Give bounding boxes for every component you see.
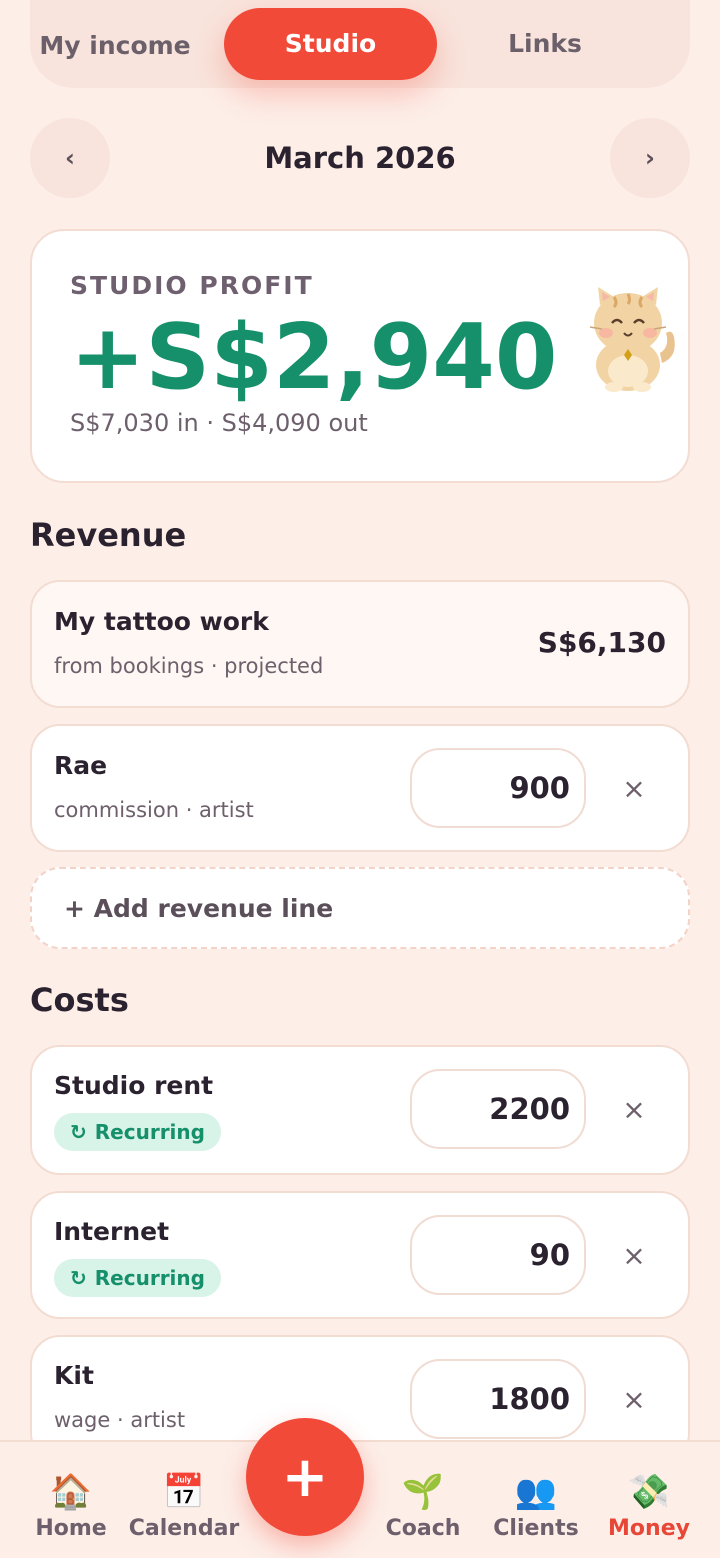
costs-heading: Costs bbox=[30, 981, 129, 1019]
amount-input[interactable] bbox=[410, 1215, 586, 1295]
tab-my-income[interactable]: My income bbox=[30, 4, 200, 88]
close-icon: × bbox=[622, 1092, 646, 1126]
line-name: Internet bbox=[54, 1217, 170, 1246]
close-icon: × bbox=[622, 771, 646, 805]
line-name: Kit bbox=[54, 1361, 94, 1390]
recurring-icon: ↻ bbox=[70, 1266, 87, 1290]
profit-label: STUDIO PROFIT bbox=[70, 271, 314, 300]
cost-line-studio-rent: Studio rent ↻ Recurring × bbox=[30, 1045, 690, 1175]
revenue-heading: Revenue bbox=[30, 516, 187, 554]
tab-links[interactable]: Links bbox=[460, 8, 630, 80]
chevron-right-icon: › bbox=[645, 144, 655, 172]
nav-item-clients[interactable]: 👥 Clients bbox=[476, 1470, 596, 1541]
close-icon: × bbox=[622, 1382, 646, 1416]
line-name: Rae bbox=[54, 751, 108, 780]
seedling-icon: 🌱 bbox=[401, 1472, 445, 1512]
chevron-left-icon: ‹ bbox=[65, 144, 75, 172]
amount-input[interactable] bbox=[410, 1359, 586, 1439]
line-subtitle: commission · artist bbox=[54, 798, 254, 822]
month-title: March 2026 bbox=[264, 141, 456, 175]
recurring-badge: ↻ Recurring bbox=[54, 1259, 221, 1297]
studio-profit-card: STUDIO PROFIT +S$2,940 S$7,030 in · S$4,… bbox=[30, 229, 690, 483]
recurring-label: Recurring bbox=[94, 1266, 205, 1290]
month-selector: ‹ March 2026 › bbox=[30, 118, 690, 198]
amount-input[interactable] bbox=[410, 1069, 586, 1149]
line-amount: S$6,130 bbox=[537, 626, 666, 659]
money-icon: 💸 bbox=[627, 1472, 671, 1512]
nav-item-home[interactable]: 🏠 Home bbox=[11, 1470, 131, 1541]
nav-item-coach[interactable]: 🌱 Coach bbox=[363, 1470, 483, 1541]
add-revenue-line-button[interactable]: + Add revenue line bbox=[30, 867, 690, 949]
cost-line-internet: Internet ↻ Recurring × bbox=[30, 1191, 690, 1319]
nav-label: Clients bbox=[493, 1516, 579, 1541]
tab-studio[interactable]: Studio bbox=[224, 8, 437, 80]
remove-line-button[interactable]: × bbox=[614, 1379, 654, 1419]
line-name: Studio rent bbox=[54, 1071, 214, 1100]
nav-item-money[interactable]: 💸 Money bbox=[589, 1470, 709, 1541]
remove-line-button[interactable]: × bbox=[614, 1235, 654, 1275]
nav-label: Home bbox=[35, 1516, 107, 1541]
recurring-badge: ↻ Recurring bbox=[54, 1113, 221, 1151]
house-icon: 🏠 bbox=[49, 1472, 93, 1512]
profit-value: +S$2,940 bbox=[70, 305, 558, 410]
calendar-icon: 📅 bbox=[162, 1472, 206, 1512]
nav-label: Coach bbox=[385, 1516, 461, 1541]
nav-label: Money bbox=[608, 1516, 690, 1541]
add-button[interactable]: + bbox=[246, 1418, 364, 1536]
nav-label: Calendar bbox=[128, 1516, 240, 1541]
line-subtitle: from bookings · projected bbox=[54, 654, 324, 678]
remove-line-button[interactable]: × bbox=[614, 768, 654, 808]
recurring-label: Recurring bbox=[94, 1120, 205, 1144]
revenue-line-rae: Rae commission · artist × bbox=[30, 724, 690, 852]
recurring-icon: ↻ bbox=[70, 1120, 87, 1144]
line-name: My tattoo work bbox=[54, 607, 269, 636]
amount-input[interactable] bbox=[410, 748, 586, 828]
nav-item-calendar[interactable]: 📅 Calendar bbox=[124, 1470, 244, 1541]
line-subtitle: wage · artist bbox=[54, 1408, 186, 1432]
previous-month-button[interactable]: ‹ bbox=[30, 118, 110, 198]
lucky-cat-icon bbox=[589, 287, 675, 392]
people-icon: 👥 bbox=[514, 1472, 558, 1512]
revenue-line-tattoo-work[interactable]: My tattoo work from bookings · projected… bbox=[30, 580, 690, 708]
close-icon: × bbox=[622, 1238, 646, 1272]
profit-summary: S$7,030 in · S$4,090 out bbox=[70, 409, 368, 437]
plus-icon: + bbox=[281, 1444, 329, 1510]
next-month-button[interactable]: › bbox=[610, 118, 690, 198]
remove-line-button[interactable]: × bbox=[614, 1089, 654, 1129]
